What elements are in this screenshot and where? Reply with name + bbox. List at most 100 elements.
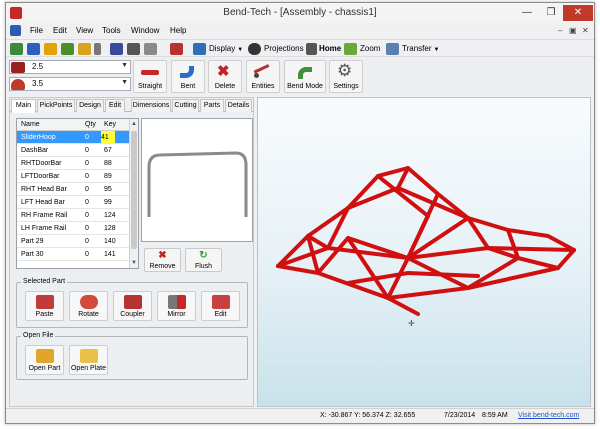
close-button[interactable]: ✕ bbox=[563, 5, 593, 21]
tab-dimensions[interactable]: Dimensions bbox=[131, 99, 171, 112]
col-name-header[interactable]: Name bbox=[21, 121, 40, 128]
delete-label: Delete bbox=[209, 83, 241, 90]
table-scrollbar[interactable]: ▲ ▼ bbox=[129, 119, 138, 268]
camera-icon[interactable] bbox=[248, 43, 261, 55]
restore-button[interactable]: ❐ bbox=[540, 5, 562, 21]
row-name: Part 30 bbox=[21, 251, 44, 258]
3d-viewport[interactable]: ✛ bbox=[257, 97, 591, 407]
tab-cutting[interactable]: Cutting bbox=[172, 99, 199, 112]
parts-table[interactable]: Name Qty Key SliderHoop 0 41 DashBar 0 6… bbox=[16, 118, 139, 269]
projections-button[interactable]: Projections bbox=[264, 44, 304, 53]
open-plate-button[interactable]: Open Plate bbox=[69, 345, 108, 375]
transfer-icon[interactable] bbox=[386, 43, 399, 55]
refresh-icon: ↻ bbox=[199, 251, 207, 261]
bend-mode-icon bbox=[295, 64, 315, 81]
settings-button[interactable]: ⚙ Settings bbox=[329, 60, 363, 93]
tab-design[interactable]: Design bbox=[76, 99, 104, 112]
zoom-icon[interactable] bbox=[344, 43, 357, 55]
table-row[interactable]: Part 29 0 140 bbox=[17, 235, 130, 248]
scroll-up-icon[interactable]: ▲ bbox=[131, 120, 137, 128]
col-key-header[interactable]: Key bbox=[104, 121, 116, 128]
row-name: LH Frame Rail bbox=[21, 225, 66, 232]
mdi-close-button[interactable]: ✕ bbox=[582, 26, 589, 35]
mdi-restore-button[interactable]: ▣ bbox=[569, 26, 577, 35]
home-icon[interactable] bbox=[306, 43, 317, 55]
row-name: RHT Head Bar bbox=[21, 186, 67, 193]
document-icon[interactable] bbox=[10, 25, 21, 36]
table-row[interactable]: RH Frame Rail 0 124 bbox=[17, 209, 130, 222]
row-qty: 0 bbox=[85, 147, 89, 154]
save-icon[interactable] bbox=[110, 43, 123, 55]
bent-button[interactable]: Bent bbox=[171, 60, 205, 93]
menu-edit[interactable]: Edit bbox=[53, 26, 67, 35]
mirror-button[interactable]: Mirror bbox=[157, 291, 196, 321]
table-row[interactable]: SliderHoop 0 41 bbox=[17, 131, 130, 144]
bend-radius-combo[interactable]: 3.5 ▼ bbox=[9, 77, 131, 91]
row-key: 99 bbox=[104, 199, 112, 206]
remove-button[interactable]: ✖ Remove bbox=[144, 248, 181, 272]
table-header: Name Qty Key bbox=[17, 119, 130, 131]
mirror-icon bbox=[168, 295, 186, 309]
menu-window[interactable]: Window bbox=[131, 26, 159, 35]
window-title: Bend-Tech - [Assembly - chassis1] bbox=[6, 7, 594, 18]
coupler-button[interactable]: Coupler bbox=[113, 291, 152, 321]
tab-pickpoints[interactable]: PickPoints bbox=[37, 99, 75, 112]
tools-icon[interactable] bbox=[170, 43, 183, 55]
menu-help[interactable]: Help bbox=[170, 26, 186, 35]
chevron-down-icon: ▼ bbox=[434, 47, 440, 53]
tab-main[interactable]: Main bbox=[11, 99, 36, 113]
entities-button[interactable]: Entities bbox=[246, 60, 280, 93]
delete-button[interactable]: ✖ Delete bbox=[208, 60, 242, 93]
bend-mode-button[interactable]: Bend Mode bbox=[284, 60, 326, 93]
display-icon[interactable] bbox=[193, 43, 206, 55]
table-row[interactable]: RHT Head Bar 0 95 bbox=[17, 183, 130, 196]
menu-file[interactable]: File bbox=[30, 26, 43, 35]
print-preview-icon[interactable] bbox=[144, 43, 157, 55]
tab-details[interactable]: Details bbox=[225, 99, 252, 112]
new-assembly-icon[interactable] bbox=[27, 43, 40, 55]
zoom-button[interactable]: Zoom bbox=[360, 44, 380, 53]
row-name: Part 29 bbox=[21, 238, 44, 245]
tab-edit[interactable]: Edit bbox=[105, 99, 125, 112]
scroll-thumb[interactable] bbox=[131, 131, 137, 249]
paste-button[interactable]: Paste bbox=[25, 291, 64, 321]
table-row[interactable]: LFTDoorBar 0 89 bbox=[17, 170, 130, 183]
new-icon[interactable] bbox=[10, 43, 23, 55]
tab-parts[interactable]: Parts bbox=[200, 99, 224, 112]
minimize-button[interactable]: — bbox=[516, 5, 538, 21]
folder-dropdown-icon[interactable] bbox=[94, 43, 101, 55]
table-row[interactable]: LFT Head Bar 0 99 bbox=[17, 196, 130, 209]
open-plate-label: Open Plate bbox=[70, 365, 107, 372]
status-date: 7/23/2014 bbox=[444, 412, 475, 419]
flush-button[interactable]: ↻ Flush bbox=[185, 248, 222, 272]
display-dropdown[interactable]: Display▼ bbox=[209, 44, 243, 53]
folder-icon[interactable] bbox=[78, 43, 91, 55]
menu-view[interactable]: View bbox=[76, 26, 93, 35]
transfer-dropdown[interactable]: Transfer▼ bbox=[402, 44, 439, 53]
chevron-down-icon: ▼ bbox=[237, 47, 243, 53]
table-row[interactable]: DashBar 0 67 bbox=[17, 144, 130, 157]
chevron-down-icon: ▼ bbox=[121, 79, 128, 86]
table-row[interactable]: RHTDoorBar 0 88 bbox=[17, 157, 130, 170]
home-button[interactable]: Home bbox=[319, 44, 341, 53]
row-key: 128 bbox=[104, 225, 116, 232]
straight-tube-icon bbox=[140, 64, 160, 81]
open-folder-icon bbox=[36, 349, 54, 363]
import-icon[interactable] bbox=[61, 43, 74, 55]
scroll-down-icon[interactable]: ▼ bbox=[131, 259, 137, 267]
tube-size-combo[interactable]: 2.5 ▼ bbox=[9, 60, 131, 74]
table-row[interactable]: LH Frame Rail 0 128 bbox=[17, 222, 130, 235]
open-folder-icon[interactable] bbox=[44, 43, 57, 55]
mdi-minimize-button[interactable]: – bbox=[558, 26, 562, 35]
rotate-button[interactable]: Rotate bbox=[69, 291, 108, 321]
menu-tools[interactable]: Tools bbox=[102, 26, 121, 35]
print-icon[interactable] bbox=[127, 43, 140, 55]
open-part-button[interactable]: Open Part bbox=[25, 345, 64, 375]
col-qty-header[interactable]: Qty bbox=[85, 121, 96, 128]
row-qty: 0 bbox=[85, 251, 89, 258]
row-name: RH Frame Rail bbox=[21, 212, 67, 219]
table-row[interactable]: Part 30 0 141 bbox=[17, 248, 130, 261]
edit-button[interactable]: Edit bbox=[201, 291, 240, 321]
website-link[interactable]: Visit bend-tech.com bbox=[518, 412, 579, 419]
straight-button[interactable]: Straight bbox=[133, 60, 167, 93]
